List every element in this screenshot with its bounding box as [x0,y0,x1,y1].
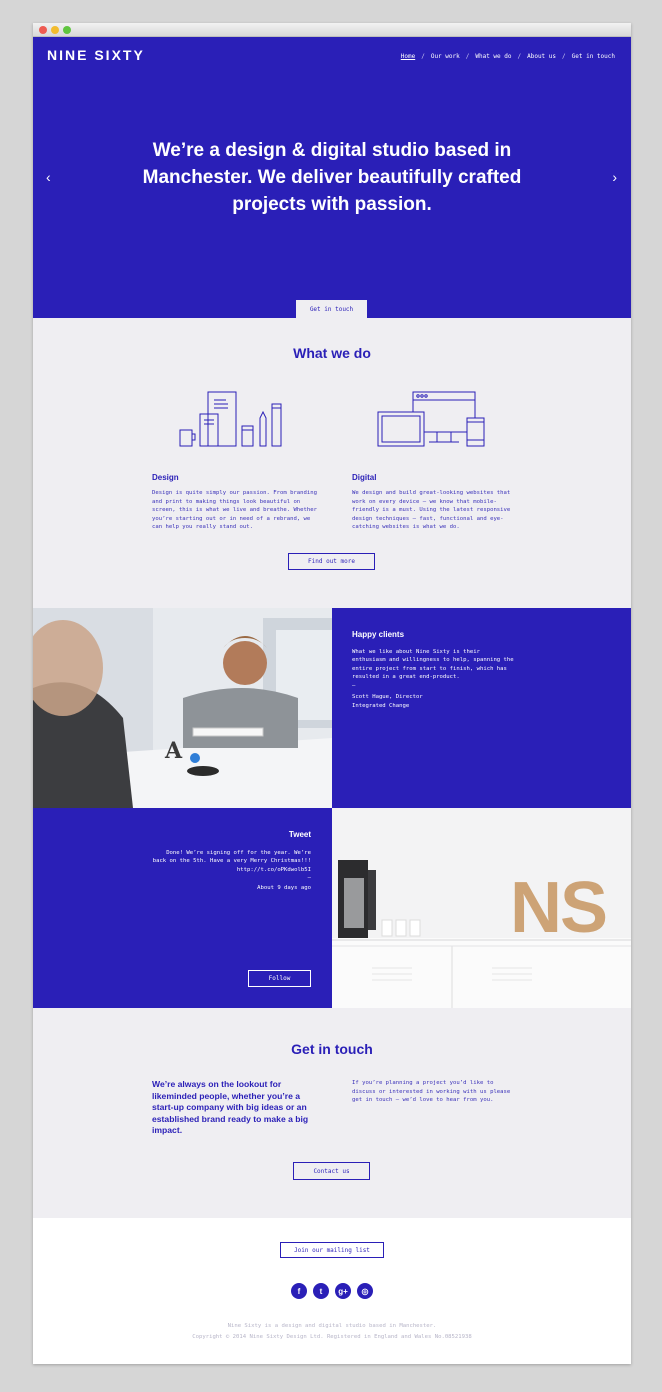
studio-photo: NS [332,808,631,1008]
nav-item-home[interactable]: Home [401,53,415,60]
tweet-dash: — [307,875,311,881]
digital-title: Digital [352,473,377,482]
main-nav: Home / Our work / What we do / About us … [401,53,615,60]
testimonial-title: Happy clients [352,630,405,639]
browser-titlebar [33,23,631,37]
design-stationery-icon [179,391,282,447]
nav-item-our-work[interactable]: Our work [431,53,460,60]
design-text: Design is quite simply our passion. From… [152,490,318,531]
hero-section: NINE SIXTY Home / Our work / What we do … [33,37,631,318]
testimonial-company: Integrated Change [352,703,410,709]
tweet-title: Tweet [288,830,311,839]
site-logo[interactable]: NINE SIXTY [47,47,145,63]
google-plus-icon[interactable]: g+ [335,1283,351,1299]
find-out-more-button[interactable]: Find out more [288,553,375,570]
nav-item-get-in-touch[interactable]: Get in touch [572,53,615,60]
nav-item-about-us[interactable]: About us [527,53,556,60]
mailing-list-button[interactable]: Join our mailing list [280,1242,384,1258]
get-in-touch-title: Get in touch [291,1041,373,1057]
hero-get-in-touch-button[interactable]: Get in touch [296,300,367,318]
testimonial-quote: What we like about Nine Sixty is their e… [352,649,514,681]
testimonial-section: Happy clients What we like about Nine Si… [332,608,631,808]
office-photo: A [33,608,332,808]
tweet-time: About 9 days ago [257,885,311,891]
testimonial-author: Scott Hague, Director [352,694,423,700]
office-photo-illustration: A [33,608,332,808]
hero-headline: We’re a design & digital studio based in… [142,140,522,215]
ns-wooden-letters: NS [510,868,608,948]
nav-item-what-we-do[interactable]: What we do [475,53,511,60]
contact-us-button[interactable]: Contact us [293,1162,370,1180]
footer: Join our mailing list f t g+ ◎ Nine Sixt… [33,1218,631,1364]
svg-text:A: A [164,738,183,764]
footer-tagline: Nine Sixty is a design and digital studi… [227,1323,437,1329]
follow-button[interactable]: Follow [248,970,311,987]
minimize-window-button[interactable] [51,26,59,34]
footer-copyright: Copyright © 2014 Nine Sixty Design Ltd. … [192,1334,472,1340]
digital-text: We design and build great-looking websit… [352,490,511,531]
close-window-button[interactable] [39,26,47,34]
testimonial-dash: — [352,683,356,689]
tweet-text[interactable]: Done! We’re signing off for the year. We… [151,849,311,874]
chevron-left-icon[interactable]: ‹ [46,169,51,185]
twitter-icon[interactable]: t [313,1283,329,1299]
design-title: Design [152,473,179,482]
instagram-icon[interactable]: ◎ [357,1283,373,1299]
chevron-right-icon[interactable]: › [612,169,617,185]
tweet-section: Tweet Done! We’re signing off for the ye… [33,808,332,1008]
facebook-icon[interactable]: f [291,1283,307,1299]
nav-separator: / [421,53,425,60]
browser-window: NINE SIXTY Home / Our work / What we do … [33,23,631,1364]
zoom-window-button[interactable] [63,26,71,34]
nav-separator: / [465,53,470,60]
contact-text: If you’re planning a project you’d like … [352,1080,511,1104]
nav-separator: / [562,53,566,60]
nav-separator: / [517,53,522,60]
digital-devices-icon [377,391,485,447]
contact-lead: We’re always on the lookout for likemind… [152,1079,309,1136]
what-we-do-title: What we do [293,345,371,361]
